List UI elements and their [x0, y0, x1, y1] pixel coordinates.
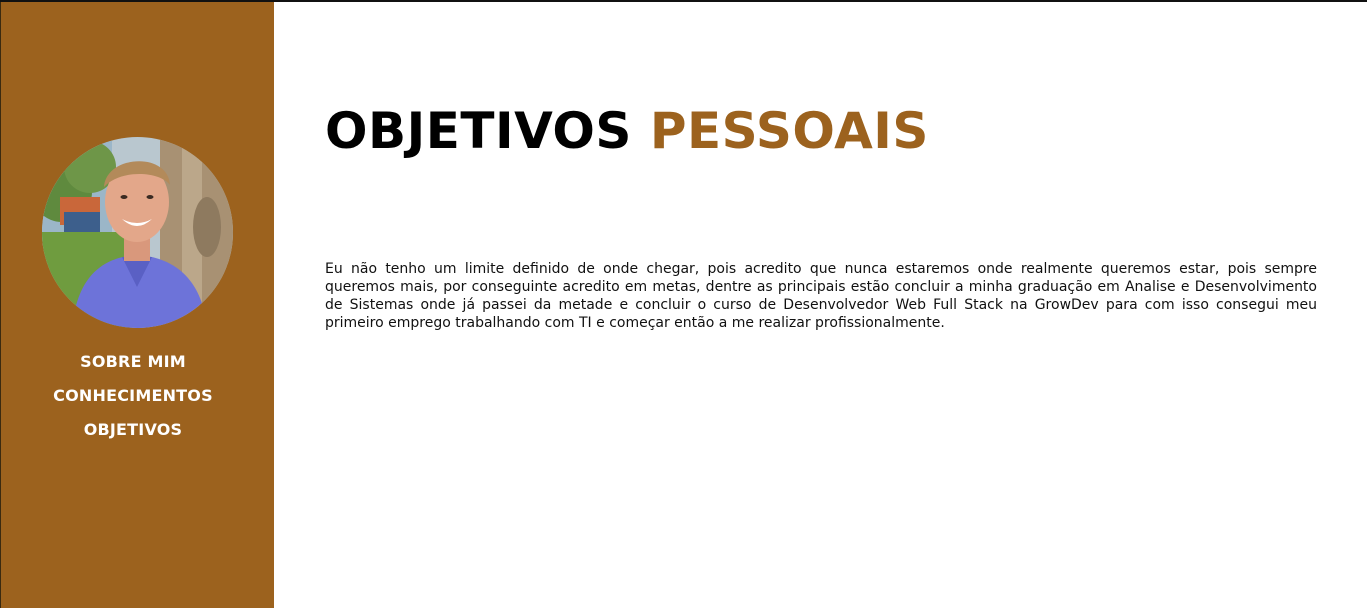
nav-link-sobre-mim[interactable]: SOBRE MIM	[1, 345, 265, 379]
page-title-word-2: PESSOAIS	[649, 102, 929, 160]
nav-link-conhecimentos[interactable]: CONHECIMENTOS	[1, 379, 265, 413]
profile-photo-icon	[42, 137, 233, 328]
page-title: OBJETIVOS PESSOAIS	[325, 100, 929, 162]
avatar	[42, 137, 233, 328]
nav-link-objetivos[interactable]: OBJETIVOS	[1, 413, 265, 447]
page: SOBRE MIM CONHECIMENTOS OBJETIVOS OBJETI…	[0, 0, 1367, 608]
objectives-paragraph: Eu não tenho um limite definido de onde …	[325, 261, 1317, 331]
page-title-word-1: OBJETIVOS	[325, 102, 632, 160]
main-content: OBJETIVOS PESSOAIS Eu não tenho um limit…	[274, 2, 1367, 608]
sidebar-nav: SOBRE MIM CONHECIMENTOS OBJETIVOS	[1, 345, 265, 447]
sidebar: SOBRE MIM CONHECIMENTOS OBJETIVOS	[0, 2, 274, 608]
